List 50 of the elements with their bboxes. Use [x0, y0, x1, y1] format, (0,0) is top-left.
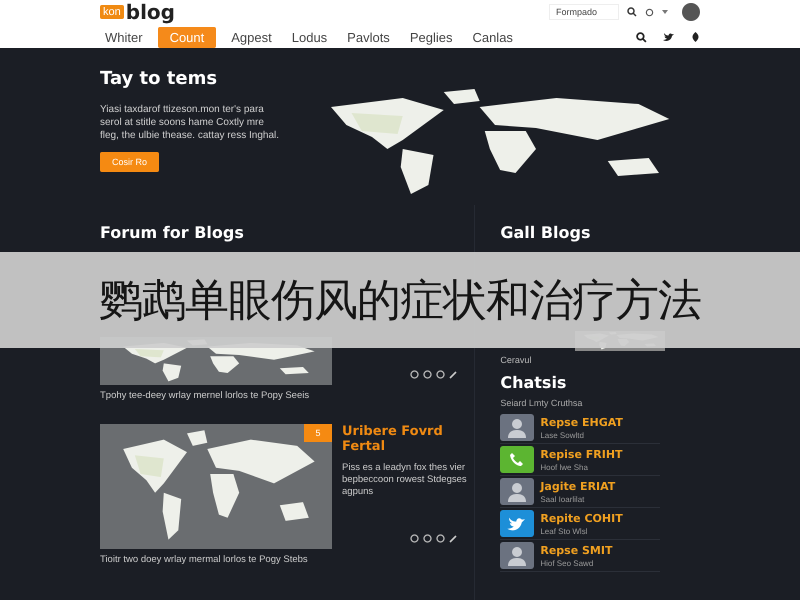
card-text: Piss es a leadyn fox thes vier bepbeccoon rowest Stdegses agpuns [342, 462, 467, 498]
chat-name[interactable]: Repise FRIHT [540, 448, 623, 460]
logo-text[interactable]: blog [126, 0, 175, 24]
chat-name[interactable]: Jagite ERIAT [540, 480, 616, 492]
search-field[interactable]: Formpado [549, 4, 619, 20]
search-icon[interactable] [636, 32, 647, 42]
chats-subtitle: Seiard Lmty Cruthsa [500, 398, 584, 408]
leaf-icon[interactable] [691, 32, 700, 42]
dot-icon[interactable] [436, 370, 445, 379]
hero-title: Tay to tems [100, 68, 218, 89]
person-silhouette-icon [500, 414, 534, 441]
banner-title: 鹦鹉单眼伤风的症状和治疗方法 [99, 274, 701, 328]
person-silhouette-icon [500, 542, 534, 569]
phone-icon [500, 446, 534, 473]
card-title[interactable]: Uribere Fovrd Fertal [342, 424, 467, 454]
avatar-icon[interactable] [682, 3, 700, 21]
number-badge: 5 [304, 424, 332, 442]
person-silhouette-icon [500, 478, 534, 505]
section-title: Chatsis [500, 373, 568, 392]
bird-icon [500, 510, 534, 537]
hero-text: Yiasi taxdarof ttizeson.mon ter's para serol at stitle soons hame Coxtly mre fleg, the ulbie thease. cattay ress Inghal. [100, 103, 280, 142]
caret-icon[interactable] [662, 10, 668, 14]
card-caption: Tioitr two doey wrlay mermal lorlos te Pogy Stebs [100, 554, 309, 566]
chat-meta: Hoof lwe Sha [540, 462, 589, 472]
nav-tab[interactable]: Pavlots [342, 28, 395, 46]
nav-tab[interactable]: Lodus [286, 28, 332, 46]
card-caption: Tpohy tee-deey wrlay mernel lorlos te Popy Seeis [100, 390, 310, 402]
dot-icon[interactable] [410, 534, 419, 543]
chat-meta: Hiof Seo Sawd [540, 558, 594, 568]
nav-tab[interactable]: Agpest [226, 28, 277, 46]
nav-tab[interactable]: Peglies [404, 28, 458, 46]
dot-icon[interactable] [436, 534, 445, 543]
nav-tab[interactable]: Whiter [100, 28, 148, 46]
chat-meta: Saal Ioarlilat [540, 494, 586, 504]
section-title: Gall Blogs [500, 223, 592, 244]
chat-name[interactable]: Repite COHIT [540, 512, 623, 524]
chat-name[interactable]: Repse SMIT [540, 544, 612, 556]
dot-icon[interactable] [410, 370, 419, 379]
search-icon[interactable] [627, 7, 637, 17]
chat-meta: Lase Sowltd [540, 430, 585, 440]
section-title: Forum for Blogs [100, 223, 245, 244]
bird-icon[interactable] [663, 32, 675, 42]
pencil-icon[interactable] [449, 370, 457, 378]
gall-caption: Ceravul [500, 355, 532, 365]
chat-meta: Leaf Sto Wlsl [540, 526, 588, 536]
dot-icon[interactable] [423, 370, 432, 379]
chat-name[interactable]: Repse EHGAT [540, 416, 623, 428]
dot-icon[interactable] [423, 534, 432, 543]
pencil-icon[interactable] [449, 534, 457, 542]
nav-tab[interactable]: Canlas [467, 28, 518, 46]
